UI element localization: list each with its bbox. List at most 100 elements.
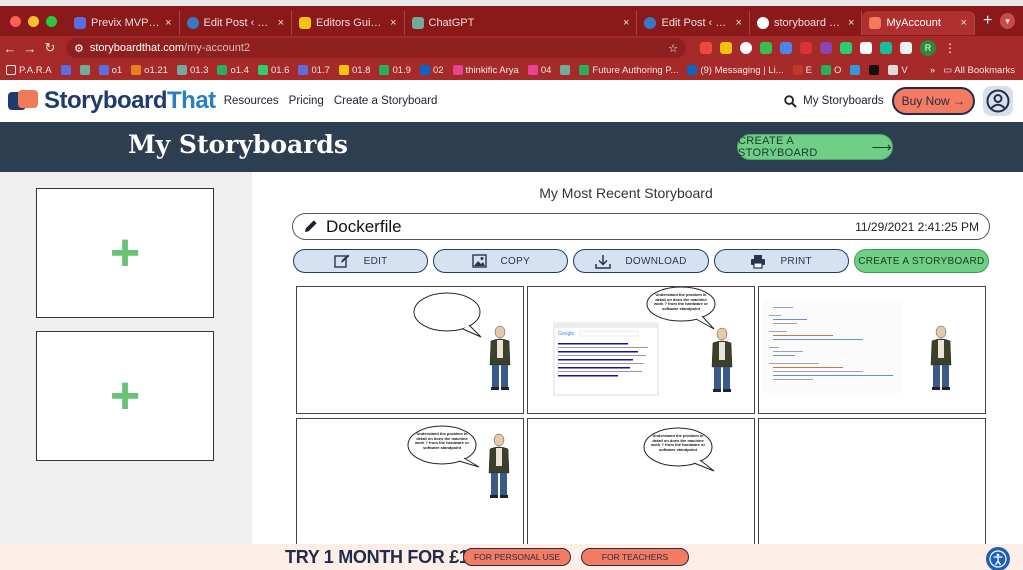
nav-pricing-link[interactable]: Pricing <box>289 95 324 107</box>
left-column: + + <box>0 172 252 544</box>
bookmark-item[interactable]: E <box>792 65 812 76</box>
extension-icon[interactable] <box>860 42 872 54</box>
bookmark-item[interactable]: thinkific Arya <box>452 65 519 76</box>
new-storyboard-card[interactable]: + <box>36 331 214 461</box>
bookmark-star-icon[interactable]: ☆ <box>668 42 678 55</box>
bookmark-item[interactable]: o1.4 <box>217 65 249 76</box>
my-storyboards-link[interactable]: My Storyboards <box>784 94 884 108</box>
bookmark-item[interactable]: 02 <box>419 65 444 76</box>
browser-tab[interactable]: Edit Post ‹ Rifat Erdem Sa× <box>180 11 292 35</box>
bookmark-item[interactable]: 01.9 <box>379 65 411 76</box>
bookmarks-right: » ▭ All Bookmarks <box>930 65 1023 76</box>
bookmark-favicon-icon <box>257 65 268 75</box>
url-path: /my-account2 <box>184 42 251 54</box>
browser-tab[interactable]: storyboard software - Go× <box>750 11 863 35</box>
browser-tab[interactable]: ChatGPT × <box>405 11 638 35</box>
address-bar[interactable]: ⚙ storyboardthat.com/my-account2 ☆ <box>66 38 686 58</box>
all-bookmarks-button[interactable]: ▭ All Bookmarks <box>943 65 1015 76</box>
teachers-button[interactable]: FOR TEACHERS <box>581 548 689 566</box>
cell-scene <box>413 292 511 390</box>
maximize-window-button[interactable] <box>46 15 57 27</box>
bookmark-item[interactable]: V <box>888 65 908 76</box>
site-settings-icon[interactable]: ⚙ <box>74 42 84 55</box>
puzzle-extensions-icon[interactable] <box>900 42 912 54</box>
bookmarks-overflow-button[interactable]: » <box>930 65 935 76</box>
personal-use-button[interactable]: FOR PERSONAL USE <box>463 548 571 566</box>
new-storyboard-card[interactable]: + <box>36 188 214 318</box>
bookmark-item[interactable] <box>60 65 71 75</box>
storyboard-cell[interactable]: Understand the problem in detail on does… <box>296 418 524 546</box>
bookmark-item[interactable]: P.A.R.A <box>6 65 52 76</box>
storyboard-cell[interactable] <box>758 286 986 414</box>
storyboard-cell[interactable]: Understand the problem in detail on does… <box>527 418 755 546</box>
bookmark-favicon-icon <box>888 65 899 75</box>
tab-close-icon[interactable]: × <box>848 17 854 29</box>
browser-tab[interactable]: Previx MVP2 - Build DevO× <box>67 11 180 35</box>
reload-icon[interactable]: ↻ <box>40 40 60 56</box>
storyboard-cell[interactable]: Google Understand the problem in detail … <box>527 286 755 414</box>
extension-icon[interactable] <box>720 42 732 54</box>
browser-tab[interactable]: Edit Post ‹ Rifat Erdem Sa× <box>637 11 750 35</box>
create-storyboard-button[interactable]: CREATE A STORYBOARD ⟶ <box>737 134 893 160</box>
bookmark-item[interactable]: 01.8 <box>338 65 370 76</box>
tab-close-icon[interactable]: × <box>278 17 284 29</box>
browser-menu-icon[interactable]: ⋮ <box>944 41 956 55</box>
extension-icon[interactable] <box>740 42 752 54</box>
copy-button[interactable]: COPY <box>433 249 569 273</box>
bookmark-item[interactable]: O <box>820 65 841 76</box>
bookmark-item[interactable] <box>79 65 90 75</box>
extension-icon[interactable] <box>780 42 792 54</box>
forward-arrow-icon[interactable]: → <box>20 41 40 56</box>
extension-icon[interactable] <box>700 42 712 54</box>
edit-button[interactable]: EDIT <box>293 249 429 273</box>
browser-tab-active[interactable]: MyAccount × <box>862 11 975 35</box>
user-account-icon[interactable] <box>983 86 1013 116</box>
tab-close-icon[interactable]: × <box>390 17 396 29</box>
extension-icon[interactable] <box>800 42 812 54</box>
bookmark-item[interactable] <box>560 65 571 75</box>
profile-avatar[interactable]: R <box>920 40 936 56</box>
extension-icon[interactable] <box>880 42 892 54</box>
bookmark-item[interactable]: o1.21 <box>131 65 168 76</box>
tab-favicon-icon <box>299 17 311 29</box>
bookmark-item[interactable] <box>850 65 861 75</box>
bookmark-item[interactable]: (9) Messaging | Li... <box>687 65 784 76</box>
browser-tab[interactable]: Editors Guide / Storyboar× <box>292 11 405 35</box>
bookmark-item[interactable]: Future Authoring P... <box>579 65 678 76</box>
extension-icon[interactable] <box>760 42 772 54</box>
search-icon[interactable] <box>784 94 797 108</box>
storyboardthat-logo[interactable]: StoryboardThat <box>8 87 216 115</box>
browser-tab-strip: Previx MVP2 - Build DevO× Edit Post ‹ Ri… <box>0 6 1023 36</box>
storyboard-actions: EDIT COPY DOWNLOAD PRINT CREATE A STORYB… <box>293 249 990 273</box>
storyboard-cell[interactable] <box>296 286 524 414</box>
bookmark-favicon-icon <box>820 65 831 75</box>
extension-icon[interactable] <box>840 42 852 54</box>
back-arrow-icon[interactable]: ← <box>0 41 20 56</box>
close-window-button[interactable] <box>10 15 21 27</box>
new-tab-button[interactable]: + <box>975 12 1000 30</box>
nav-resources-link[interactable]: Resources <box>224 95 279 107</box>
tab-favicon-icon <box>411 17 424 29</box>
tab-close-icon[interactable]: × <box>623 17 629 29</box>
tab-close-icon[interactable]: × <box>961 17 967 29</box>
tab-close-icon[interactable]: × <box>736 17 742 29</box>
storyboard-cell[interactable] <box>758 418 986 546</box>
bookmark-item[interactable]: o1 <box>98 65 122 76</box>
extension-icon[interactable] <box>820 42 832 54</box>
nav-create-storyboard-link[interactable]: Create a Storyboard <box>334 95 438 107</box>
tab-close-icon[interactable]: × <box>165 17 171 29</box>
bookmark-item[interactable]: 04 <box>527 65 551 76</box>
tab-search-chevron-icon[interactable]: ▾ <box>1000 13 1016 29</box>
download-button[interactable]: DOWNLOAD <box>573 249 709 273</box>
bookmark-item[interactable] <box>869 65 880 75</box>
accessibility-icon[interactable] <box>986 547 1010 570</box>
pencil-icon[interactable] <box>303 219 318 234</box>
bookmark-item[interactable]: 01.7 <box>298 65 330 76</box>
create-storyboard-action-button[interactable]: CREATE A STORYBOARD <box>853 249 990 273</box>
bookmark-item[interactable]: 01.3 <box>176 65 208 76</box>
storyboard-title-bar[interactable]: Dockerfile 11/29/2021 2:41:25 PM <box>292 213 990 240</box>
bookmark-item[interactable]: 01.6 <box>257 65 289 76</box>
print-button[interactable]: PRINT <box>713 249 849 273</box>
buy-now-button[interactable]: Buy Now → <box>891 87 975 115</box>
minimize-window-button[interactable] <box>28 15 39 27</box>
